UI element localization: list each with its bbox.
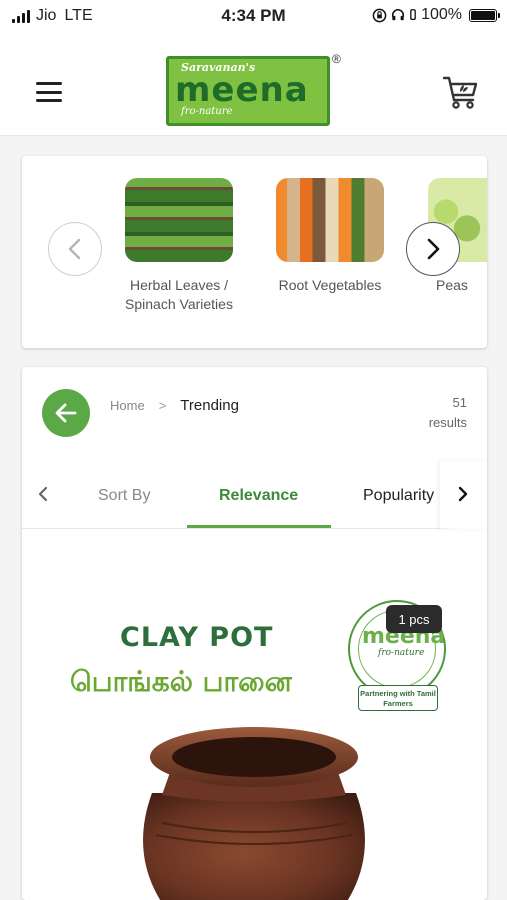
category-label: Root Vegetables xyxy=(278,277,382,293)
alarm-icon xyxy=(410,9,416,21)
category-label: Peas xyxy=(436,277,468,293)
breadcrumb-home[interactable]: Home xyxy=(110,398,145,413)
breadcrumb-separator: > xyxy=(158,398,167,413)
sort-option-relevance[interactable]: Relevance xyxy=(219,487,298,505)
brand-logo[interactable]: Saravanan's meena fro-nature xyxy=(166,56,330,126)
sort-option-popularity[interactable]: Popularity xyxy=(363,487,434,505)
headphones-icon xyxy=(392,9,405,21)
results-label: results xyxy=(428,415,467,430)
chevron-right-icon xyxy=(427,238,440,260)
menu-button[interactable] xyxy=(36,82,62,102)
back-button[interactable] xyxy=(42,389,90,437)
sort-by-label: Sort By xyxy=(98,487,151,504)
category-label: Herbal Leaves / Spinach Varieties xyxy=(125,277,233,312)
breadcrumb-current: Trending xyxy=(180,397,239,414)
category-item-root[interactable]: Root Vegetables xyxy=(265,178,395,295)
status-bar: Jio LTE 4:34 PM 100% xyxy=(0,0,507,34)
logo-sub-text: fro-nature xyxy=(181,106,233,117)
seal-banner: Partnering with Tamil Farmers xyxy=(358,685,438,711)
carousel-next-button[interactable] xyxy=(406,222,460,276)
category-item-herbal[interactable]: Herbal Leaves / Spinach Varieties xyxy=(114,178,244,314)
category-image-root xyxy=(276,178,384,262)
chevron-left-icon xyxy=(68,238,81,260)
clay-pot-image xyxy=(143,727,365,900)
product-card[interactable]: CLAY POT பொங்கல் பானை meena fro-nature P… xyxy=(22,530,487,900)
product-title-english: CLAY POT xyxy=(120,622,274,653)
app-header: Saravanan's meena fro-nature ® xyxy=(0,34,507,136)
results-number: 51 xyxy=(452,395,467,410)
cart-button[interactable] xyxy=(440,72,480,112)
results-card: Home > Trending 51 results Sort By Relev… xyxy=(22,367,487,900)
battery-percent: 100% xyxy=(421,6,462,23)
seal-sub: fro-nature xyxy=(378,648,425,658)
product-title-tamil: பொங்கல் பானை xyxy=(70,665,292,698)
category-carousel: Herbal Leaves / Spinach Varieties Root V… xyxy=(22,156,487,348)
registered-mark: ® xyxy=(332,52,341,66)
category-image-herbal xyxy=(125,178,233,262)
battery-icon xyxy=(469,8,500,22)
cart-icon xyxy=(442,76,478,109)
breadcrumb: Home > Trending xyxy=(110,397,239,414)
sort-scroll-left-button[interactable] xyxy=(36,483,56,505)
arrow-left-icon xyxy=(55,403,77,423)
carousel-prev-button[interactable] xyxy=(48,222,102,276)
quantity-badge: 1 pcs xyxy=(386,605,442,633)
results-count: 51 results xyxy=(429,393,467,433)
orientation-lock-icon xyxy=(372,8,387,22)
logo-main-text: meena xyxy=(175,70,309,110)
status-right: 100% xyxy=(372,6,500,24)
sort-bar: Sort By Relevance Popularity xyxy=(22,461,487,529)
chevron-left-icon xyxy=(38,486,48,502)
chevron-right-icon xyxy=(458,486,468,502)
sort-selected-indicator xyxy=(187,525,331,528)
sort-scroll-right-button[interactable] xyxy=(440,461,487,529)
